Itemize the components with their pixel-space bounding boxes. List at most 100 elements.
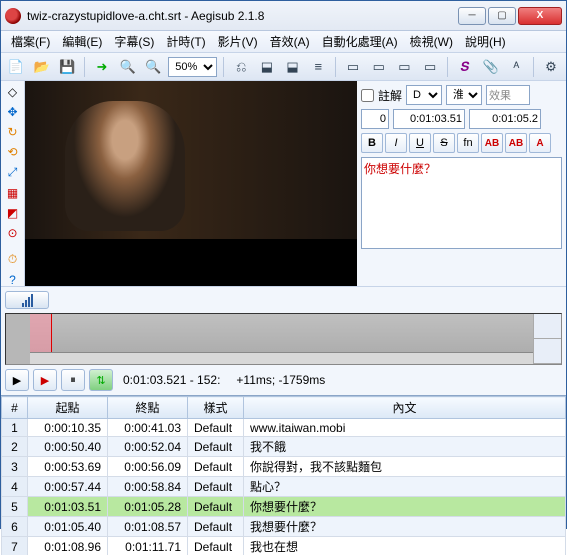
style-select[interactable]: D (406, 85, 442, 105)
table-row[interactable]: 60:01:05.400:01:08.57Default我想要什麼？ (2, 517, 566, 537)
cell-text: 我也在想 (244, 537, 566, 555)
play-line-button[interactable]: ▶ (33, 369, 57, 391)
color2-button[interactable]: AB (505, 133, 527, 153)
zoom-out-button[interactable]: 🔍 (143, 56, 165, 78)
pause-button[interactable]: ⏸ (61, 369, 85, 391)
tool-8[interactable]: ▭ (419, 56, 441, 78)
tool-7[interactable]: ▭ (394, 56, 416, 78)
cell-text: 我想要什麼？ (244, 517, 566, 537)
start-time-input[interactable] (393, 109, 465, 129)
menu-subtitle[interactable]: 字幕(S) (108, 31, 160, 52)
menu-timing[interactable]: 計時(T) (160, 31, 211, 52)
table-row[interactable]: 30:00:53.690:00:56.09Default你說得對，我不該點麵包 (2, 457, 566, 477)
waveform-sliders[interactable] (533, 314, 561, 364)
cell-text: 點心？ (244, 477, 566, 497)
col-end[interactable]: 終點 (108, 397, 188, 419)
table-row[interactable]: 50:01:03.510:01:05.28Default你想要什麼？ (2, 497, 566, 517)
strike-button[interactable]: S (433, 133, 455, 153)
tool-rotate-xy-icon[interactable]: ⟲ (4, 145, 22, 159)
tool-move-icon[interactable]: ✥ (4, 105, 22, 119)
maximize-button[interactable]: ▢ (488, 7, 516, 25)
menu-edit[interactable]: 編輯(E) (56, 31, 108, 52)
minimize-button[interactable]: ─ (458, 7, 486, 25)
cell-end: 0:01:11.71 (108, 537, 188, 555)
video-frame[interactable] (25, 81, 357, 239)
table-row[interactable]: 20:00:50.400:00:52.04Default我不餓 (2, 437, 566, 457)
end-time-input[interactable] (469, 109, 541, 129)
zoom-select[interactable]: 50% (168, 57, 217, 77)
bold-button[interactable]: B (361, 133, 383, 153)
cell-text: www.itaiwan.mobi (244, 419, 566, 437)
tool-4[interactable]: ≡ (307, 56, 329, 78)
color1-button[interactable]: AB (481, 133, 503, 153)
table-row[interactable]: 70:01:08.960:01:11.71Default我也在想 (2, 537, 566, 555)
color3-button[interactable]: A (529, 133, 551, 153)
cell-style: Default (188, 497, 244, 517)
font-button[interactable]: ᴬ (505, 56, 527, 78)
open-button[interactable]: 📂 (31, 56, 53, 78)
col-style[interactable]: 樣式 (188, 397, 244, 419)
subtitle-grid[interactable]: # 起點 終點 樣式 內文 10:00:10.350:00:41.03Defau… (1, 395, 566, 555)
cell-num: 4 (2, 477, 28, 497)
zoom-in-button[interactable]: 🔍 (117, 56, 139, 78)
save-button[interactable]: 💾 (56, 56, 78, 78)
play-button[interactable]: ▶ (5, 369, 29, 391)
tool-rotate-z-icon[interactable]: ↻ (4, 125, 22, 139)
tool-scale-icon[interactable]: ⤢ (4, 165, 22, 180)
italic-button[interactable]: I (385, 133, 407, 153)
subtitle-textarea[interactable]: 你想要什麼？ (361, 157, 562, 249)
main-toolbar: 📄 📂 💾 ➜ 🔍 🔍 50% ⎌ ⬓ ⬓ ≡ ▭ ▭ ▭ ▭ 𝑺 📎 ᴬ ⚙ (1, 53, 566, 81)
col-start[interactable]: 起點 (28, 397, 108, 419)
menu-view[interactable]: 檢視(W) (404, 31, 459, 52)
tool-1[interactable]: ⎌ (230, 56, 252, 78)
style-button[interactable]: 𝑺 (454, 56, 476, 78)
cell-start: 0:00:50.40 (28, 437, 108, 457)
comment-checkbox[interactable] (361, 89, 374, 102)
settings-button[interactable]: ⚙ (540, 56, 562, 78)
tool-5[interactable]: ▭ (342, 56, 364, 78)
attach-button[interactable]: 📎 (480, 56, 502, 78)
layer-input[interactable] (361, 109, 389, 129)
effect-input[interactable] (486, 85, 530, 105)
table-row[interactable]: 40:00:57.440:00:58.84Default點心？ (2, 477, 566, 497)
tool-6[interactable]: ▭ (368, 56, 390, 78)
cell-num: 1 (2, 419, 28, 437)
col-num[interactable]: # (2, 397, 28, 419)
menu-file[interactable]: 檔案(F) (5, 31, 56, 52)
waveform-area[interactable] (5, 313, 562, 365)
menu-help[interactable]: 說明(H) (459, 31, 512, 52)
actor-select[interactable]: 淮 (446, 85, 482, 105)
tool-help-icon[interactable]: ? (4, 273, 22, 287)
tool-3[interactable]: ⬓ (282, 56, 304, 78)
col-text[interactable]: 內文 (244, 397, 566, 419)
tool-realtime-icon[interactable]: ⏱ (4, 252, 22, 267)
tool-vector-icon[interactable]: ◩ (4, 206, 22, 220)
cell-end: 0:00:56.09 (108, 457, 188, 477)
cell-num: 2 (2, 437, 28, 457)
underline-button[interactable]: U (409, 133, 431, 153)
font-name-button[interactable]: fn (457, 133, 479, 153)
tool-anchor-icon[interactable]: ◇ (4, 85, 22, 99)
toggle-button[interactable]: ⇅ (89, 369, 113, 391)
cell-start: 0:00:53.69 (28, 457, 108, 477)
new-button[interactable]: 📄 (5, 56, 27, 78)
table-row[interactable]: 10:00:10.350:00:41.03Defaultwww.itaiwan.… (2, 419, 566, 437)
cell-style: Default (188, 517, 244, 537)
video-person (65, 101, 185, 231)
cell-start: 0:01:03.51 (28, 497, 108, 517)
waveform-main[interactable] (30, 314, 533, 364)
jump-button[interactable]: ➜ (91, 56, 113, 78)
menu-video[interactable]: 影片(V) (212, 31, 264, 52)
cell-style: Default (188, 477, 244, 497)
menu-auto[interactable]: 自動化處理(A) (316, 31, 404, 52)
menu-audio[interactable]: 音效(A) (264, 31, 316, 52)
cell-num: 6 (2, 517, 28, 537)
close-button[interactable]: X (518, 7, 562, 25)
volume-icon[interactable] (5, 291, 49, 309)
cell-num: 3 (2, 457, 28, 477)
tool-2[interactable]: ⬓ (256, 56, 278, 78)
tool-timer-icon[interactable]: ⊙ (4, 226, 22, 240)
tool-clip-icon[interactable]: ▦ (4, 186, 22, 200)
waveform-selection[interactable] (30, 314, 52, 352)
separator (223, 57, 224, 77)
